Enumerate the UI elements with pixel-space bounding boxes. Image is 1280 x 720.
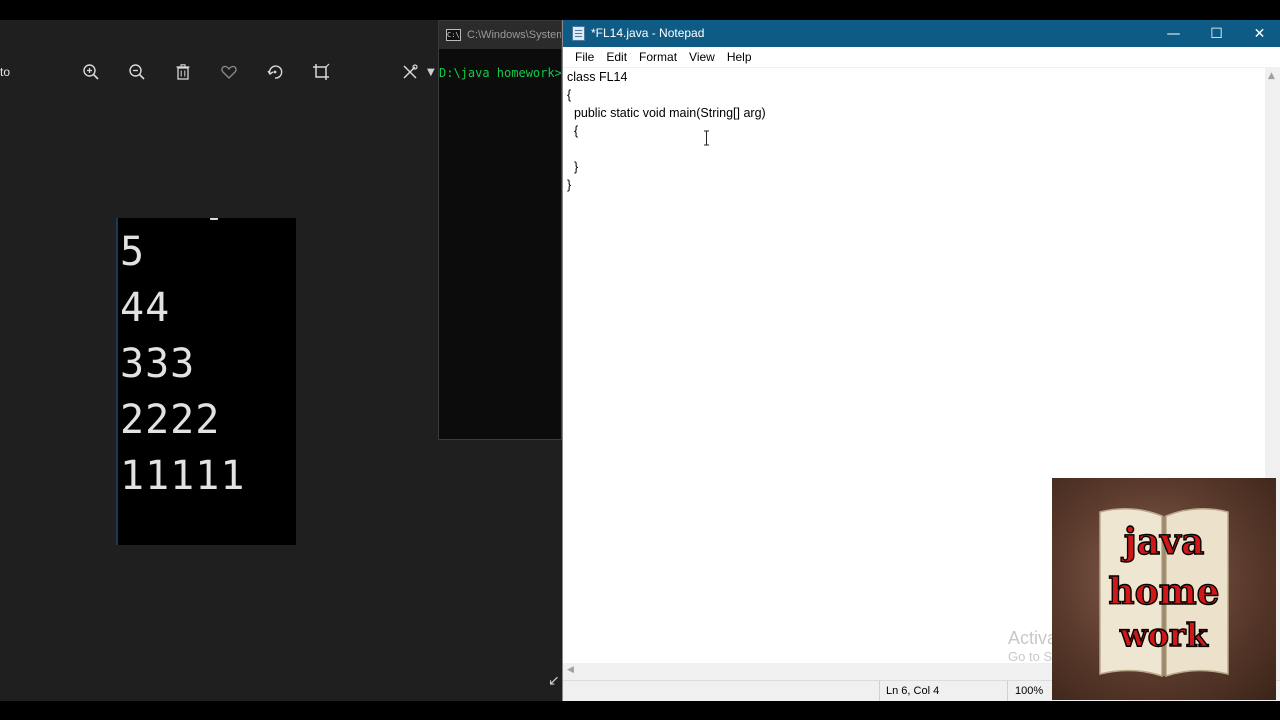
book-logo: java home work xyxy=(1099,508,1229,678)
status-separator xyxy=(879,681,880,702)
code-line: public static void main(String[] arg) xyxy=(567,106,766,120)
code-line: } xyxy=(567,178,572,192)
menu-format[interactable]: Format xyxy=(633,47,683,67)
menu-help[interactable]: Help xyxy=(721,47,758,67)
minimize-button[interactable]: — xyxy=(1152,20,1195,47)
photo-line: 333 xyxy=(120,341,196,387)
photo-line: 11111 xyxy=(120,453,246,499)
code-line: { xyxy=(567,124,579,138)
edit-icon[interactable] xyxy=(399,61,421,83)
cmd-titlebar[interactable]: C:\ C:\Windows\System32\cmd.exe xyxy=(439,21,561,49)
chevron-down-icon[interactable]: ▼ xyxy=(427,67,435,78)
channel-logo: java home work xyxy=(1052,478,1276,700)
menu-view[interactable]: View xyxy=(683,47,721,67)
cmd-title: C:\Windows\System32\cmd.exe xyxy=(467,29,561,41)
logo-line2: home xyxy=(1108,571,1219,613)
notepad-title: *FL14.java - Notepad xyxy=(591,26,705,40)
photo-dot xyxy=(210,218,218,220)
photo-image: 5 44 333 2222 11111 xyxy=(116,218,296,545)
notepad-titlebar[interactable]: *FL14.java - Notepad — ☐ ✕ xyxy=(563,20,1280,47)
zoom-in-icon[interactable] xyxy=(80,61,102,83)
photos-label: to xyxy=(0,65,11,79)
screen-bottom-bar xyxy=(0,701,1280,720)
zoom-out-icon[interactable] xyxy=(126,61,148,83)
rotate-icon[interactable] xyxy=(264,61,286,83)
logo-line3: work xyxy=(1119,616,1209,654)
crop-icon[interactable] xyxy=(310,61,332,83)
photo-line: 44 xyxy=(120,285,171,331)
cmd-icon: C:\ xyxy=(446,29,461,41)
notepad-icon xyxy=(572,26,585,41)
scroll-left-icon[interactable]: ◀ xyxy=(567,665,574,675)
status-zoom: 100% xyxy=(1015,685,1044,697)
code-line: } xyxy=(567,160,579,174)
favorite-icon[interactable] xyxy=(218,61,240,83)
status-separator xyxy=(1007,681,1008,702)
code-line: { xyxy=(567,88,572,102)
logo-line1: java xyxy=(1121,521,1205,563)
scroll-up-icon[interactable]: ▲ xyxy=(1268,71,1275,81)
delete-icon[interactable] xyxy=(172,61,194,83)
desktop: to ▼ 5 44 333 2222 11111 ↙ C:\ C:\Window… xyxy=(0,0,1280,720)
maximize-button[interactable]: ☐ xyxy=(1195,20,1238,47)
status-position: Ln 6, Col 4 xyxy=(886,685,940,697)
photo-line: 2222 xyxy=(120,397,221,443)
close-button[interactable]: ✕ xyxy=(1238,20,1280,47)
photo-line: 5 xyxy=(120,229,146,275)
resize-icon[interactable]: ↙ xyxy=(548,673,560,689)
menu-file[interactable]: File xyxy=(569,47,600,67)
text-cursor-icon xyxy=(704,130,709,146)
cmd-window[interactable]: C:\ C:\Windows\System32\cmd.exe D:\java … xyxy=(438,20,562,440)
code-line: class FL14 xyxy=(567,70,628,84)
menu-edit[interactable]: Edit xyxy=(600,47,633,67)
cmd-prompt: D:\java homework> xyxy=(439,66,562,80)
menu-bar: File Edit Format View Help xyxy=(563,47,1280,67)
